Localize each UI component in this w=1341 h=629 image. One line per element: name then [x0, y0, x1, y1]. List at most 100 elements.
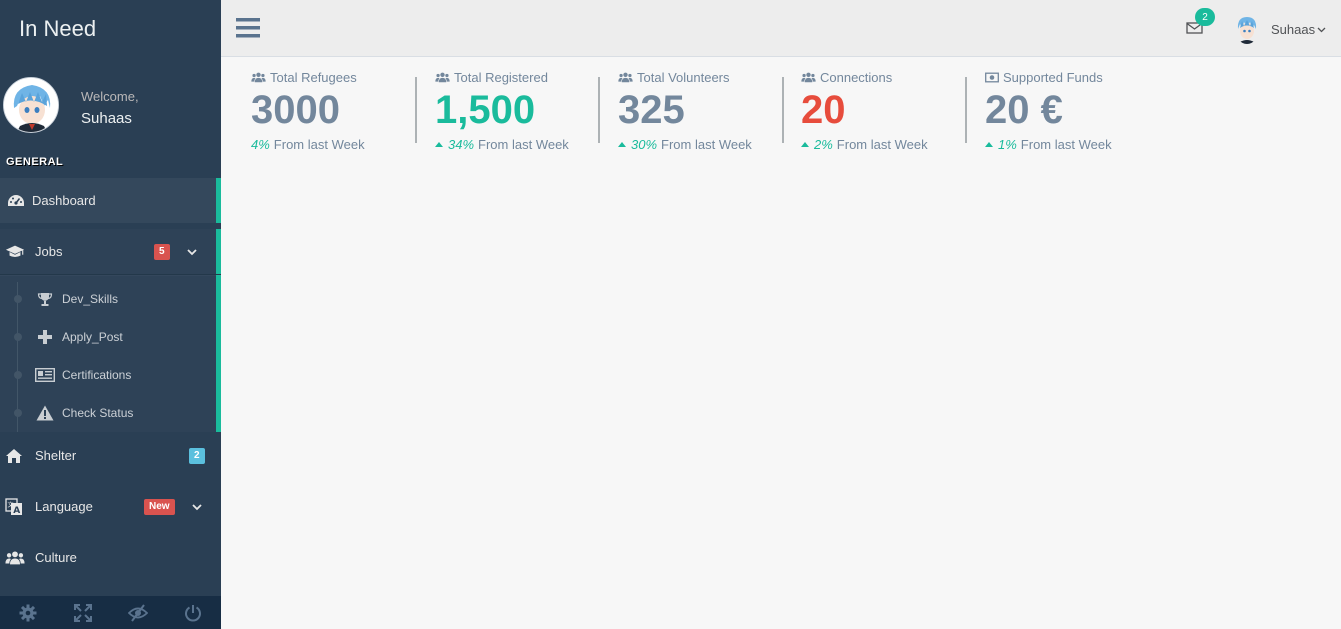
stat-value: 20 € [985, 88, 1063, 132]
stat-total-registered: Total Registered 1,500 34% From last Wee… [405, 57, 588, 157]
avatar[interactable] [3, 77, 59, 133]
avatar [1235, 14, 1259, 44]
svg-text:文: 文 [8, 501, 14, 509]
brand-title[interactable]: In Need [0, 0, 221, 57]
eye-slash-icon [128, 603, 149, 622]
chevron-down-icon [1317, 27, 1326, 32]
sidebar-item-label: Shelter [35, 448, 77, 463]
stat-supported-funds: Supported Funds 20 € 1% From last Week [955, 57, 1138, 157]
sidebar-footer [0, 596, 221, 629]
stat-change-suffix: From last Week [836, 137, 928, 152]
sidebar-item-label: Dashboard [32, 193, 96, 208]
stat-total-refugees: Total Refugees 3000 4% From last Week [221, 57, 404, 157]
chevron-down-icon[interactable] [186, 246, 198, 258]
subitem-label: Certifications [62, 368, 132, 382]
stat-change-pct: 2% [814, 137, 833, 152]
stat-change-suffix: From last Week [1020, 137, 1112, 152]
stat-change: 4% From last Week [251, 137, 365, 152]
profile-name: Suhaas [81, 110, 132, 127]
settings-button[interactable] [0, 596, 55, 629]
section-title-general: GENERAL [6, 156, 64, 168]
stat-connections: Connections 20 2% From last Week [771, 57, 954, 157]
stat-change-pct: 4% [251, 137, 270, 152]
chevron-down-icon[interactable] [191, 501, 203, 513]
stat-value: 3000 [251, 88, 340, 132]
menu-toggle-icon[interactable] [236, 17, 260, 39]
sidebar-item-shelter[interactable]: Shelter 2 [0, 433, 221, 478]
home-icon [4, 446, 24, 466]
stat-value: 20 [801, 88, 846, 132]
stat-change-pct: 1% [998, 137, 1017, 152]
fullscreen-button[interactable] [55, 596, 110, 629]
tile-stats-row: Total Refugees 3000 4% From last Week To… [221, 57, 1341, 157]
graduation-cap-icon [5, 242, 25, 262]
caret-up-icon [801, 142, 809, 147]
stat-change: 34% From last Week [435, 137, 569, 152]
users-icon [435, 72, 450, 83]
user-menu-toggle[interactable]: Suhaas [1235, 14, 1326, 44]
caret-up-icon [435, 142, 443, 147]
users-icon [618, 72, 633, 83]
shelter-count-badge: 2 [189, 447, 205, 464]
stat-title-text: Total Registered [454, 70, 548, 85]
welcome-text: Welcome, [81, 89, 139, 104]
bullet-dot [14, 333, 22, 341]
sidebar-item-dashboard[interactable]: Dashboard [0, 178, 221, 223]
stat-change-suffix: From last Week [273, 137, 365, 152]
stat-title-text: Supported Funds [1003, 70, 1103, 85]
sidebar-item-language[interactable]: A文 Language New [0, 484, 221, 529]
bullet-dot [14, 371, 22, 379]
warning-icon [35, 403, 55, 423]
new-badge: New [144, 498, 175, 515]
jobs-count-badge: 5 [154, 243, 170, 260]
stat-title: Total Volunteers [618, 70, 730, 85]
sidebar: In Need Welcome, Suhaas GENERAL Dashboar… [0, 0, 221, 629]
users-icon [5, 548, 25, 568]
sidebar-subitem-apply-post[interactable]: Apply_Post [0, 318, 210, 356]
stat-title-text: Total Volunteers [637, 70, 730, 85]
caret-up-icon [618, 142, 626, 147]
stat-change: 2% From last Week [801, 137, 928, 152]
sidebar-subitem-certifications[interactable]: Certifications [0, 356, 210, 394]
stat-title: Supported Funds [985, 70, 1103, 85]
sidebar-item-jobs[interactable]: Jobs 5 [0, 229, 221, 275]
stat-change-pct: 30% [631, 137, 658, 152]
users-icon [251, 72, 266, 83]
sidebar-subitem-check-status[interactable]: Check Status [0, 394, 210, 432]
sidebar-item-label: Culture [35, 550, 77, 565]
stat-change-suffix: From last Week [478, 137, 569, 152]
stat-change-pct: 34% [448, 137, 475, 152]
money-icon [985, 72, 999, 83]
subitem-label: Apply_Post [62, 330, 123, 344]
sidebar-subitem-dev-skills[interactable]: Dev_Skills [0, 280, 210, 318]
subitem-label: Check Status [62, 406, 134, 420]
stat-change-suffix: From last Week [661, 137, 752, 152]
stat-change: 1% From last Week [985, 137, 1112, 152]
lock-view-button[interactable] [111, 596, 166, 629]
stat-value: 325 [618, 88, 685, 132]
newspaper-icon [35, 365, 55, 385]
plus-icon [35, 327, 55, 347]
stat-title-text: Connections [820, 70, 893, 85]
dashboard-icon [6, 191, 26, 211]
sidebar-item-culture[interactable]: Culture [0, 535, 221, 580]
fullscreen-icon [73, 603, 92, 622]
users-icon [801, 72, 816, 83]
svg-text:A: A [13, 506, 20, 516]
top-navbar: 2 Suhaas [221, 0, 1341, 57]
stat-title-text: Total Refugees [270, 70, 357, 85]
translate-icon: A文 [4, 497, 24, 517]
stat-total-volunteers: Total Volunteers 325 30% From last Week [588, 57, 771, 157]
stat-title: Total Registered [435, 70, 548, 85]
power-icon [185, 604, 202, 621]
profile-panel: Welcome, Suhaas [3, 77, 218, 133]
caret-up-icon [985, 142, 993, 147]
stat-title: Total Refugees [251, 70, 357, 85]
subitem-label: Dev_Skills [62, 292, 119, 306]
logout-button[interactable] [166, 596, 221, 629]
sidebar-item-label: Jobs [35, 244, 63, 259]
bullet-dot [14, 409, 22, 417]
trophy-icon [35, 289, 55, 309]
user-name: Suhaas [1271, 21, 1316, 37]
settings-icon [19, 604, 37, 621]
